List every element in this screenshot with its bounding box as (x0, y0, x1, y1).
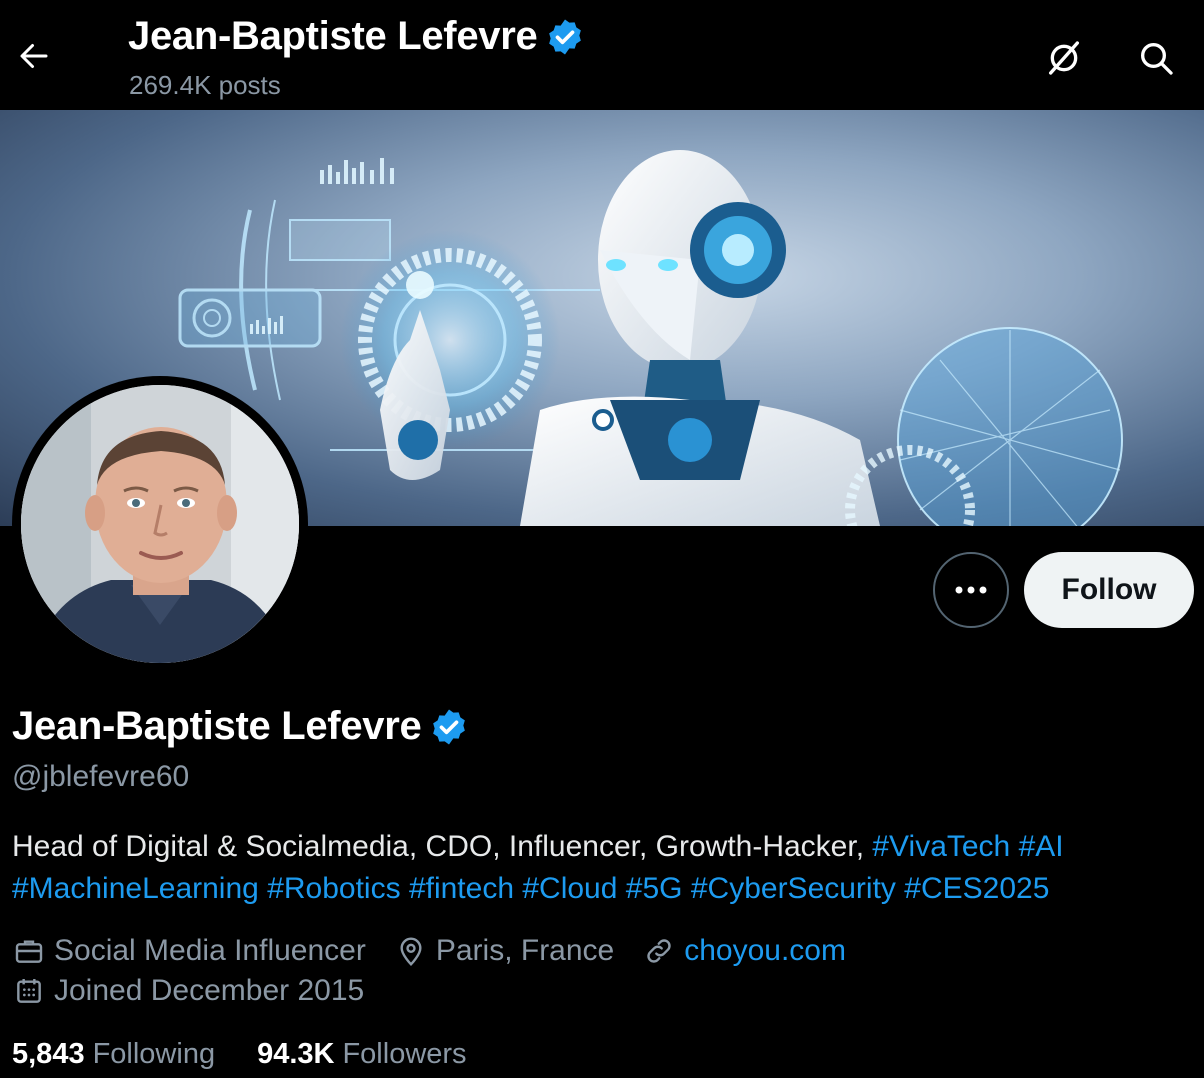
location-text: Paris, France (435, 934, 615, 967)
more-options-button[interactable] (933, 552, 1009, 628)
more-dots-icon (955, 586, 987, 594)
follow-button[interactable]: Follow (1024, 552, 1194, 628)
profile-website[interactable]: choyou.com (642, 934, 846, 968)
hashtag-link[interactable]: #Cloud (522, 872, 617, 905)
header-name: Jean-Baptiste Lefevre (128, 14, 538, 58)
following-link[interactable]: 5,843 Following (12, 1038, 215, 1071)
verified-badge-icon (549, 19, 582, 54)
link-icon (642, 934, 676, 968)
followers-label: Followers (342, 1038, 467, 1070)
grok-button[interactable] (1042, 36, 1086, 80)
avatar-illustration (21, 385, 299, 663)
briefcase-icon (12, 934, 46, 968)
profile-location: Paris, France (394, 934, 614, 968)
profile-name: Jean-Baptiste Lefevre (12, 704, 422, 748)
following-label: Following (92, 1038, 216, 1070)
bio-text: Head of Digital & Socialmedia, CDO, Infl… (12, 830, 865, 863)
arrow-left-icon (20, 44, 48, 68)
search-icon (1141, 43, 1173, 75)
hashtag-link[interactable]: #MachineLearning (12, 872, 259, 905)
hashtag-link[interactable]: #AI (1019, 830, 1064, 863)
verified-badge-icon[interactable] (429, 707, 469, 747)
followers-link[interactable]: 94.3K Followers (257, 1038, 466, 1071)
profile-stats: 5,843 Following 94.3K Followers (12, 1038, 467, 1071)
profile-avatar[interactable] (12, 376, 308, 672)
hashtag-link[interactable]: #fintech (409, 872, 514, 905)
calendar-icon (12, 974, 46, 1008)
hashtag-link[interactable]: #VivaTech (872, 830, 1010, 863)
header-post-count: 269.4K posts (129, 70, 281, 100)
grok-icon (1049, 41, 1079, 75)
followers-count: 94.3K (257, 1038, 335, 1070)
profile-handle: @jblefevre60 (12, 760, 190, 793)
following-count: 5,843 (12, 1038, 85, 1070)
hashtag-link[interactable]: #CES2025 (904, 872, 1049, 905)
profile-category: Social Media Influencer (12, 934, 366, 968)
profile-joined: Joined December 2015 (12, 974, 364, 1008)
location-pin-icon (394, 934, 428, 968)
hashtag-link[interactable]: #5G (626, 872, 683, 905)
website-link[interactable]: choyou.com (684, 934, 846, 968)
search-button[interactable] (1134, 36, 1178, 80)
hashtag-link[interactable]: #CyberSecurity (691, 872, 896, 905)
joined-text: Joined December 2015 (54, 974, 365, 1007)
profile-bio: Head of Digital & Socialmedia, CDO, Infl… (12, 826, 1192, 910)
header-title: Jean-Baptiste Lefevre (128, 14, 585, 59)
profile-meta-row: Social Media Influencer Paris, France ch… (12, 934, 874, 968)
back-button[interactable] (14, 36, 54, 76)
top-bar: Jean-Baptiste Lefevre 269.4K posts (0, 0, 1204, 110)
hashtag-link[interactable]: #Robotics (267, 872, 400, 905)
avatar-photo (21, 385, 299, 663)
category-text: Social Media Influencer (54, 934, 366, 967)
profile-name-row: Jean-Baptiste Lefevre (12, 704, 469, 749)
